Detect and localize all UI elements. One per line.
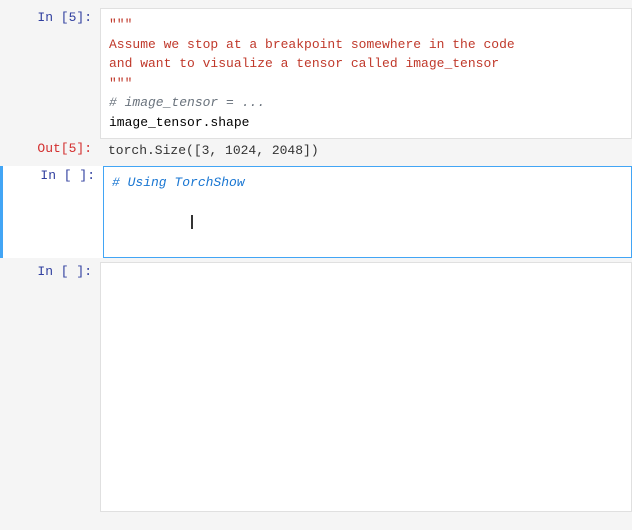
code-line: and want to visualize a tensor called im…: [109, 54, 623, 74]
cell-5-output: torch.Size([3, 1024, 2048]): [100, 139, 632, 162]
cell-5: In [5]: """ Assume we stop at a breakpoi…: [0, 8, 632, 162]
text-cursor: [191, 215, 193, 229]
code-line: Assume we stop at a breakpoint somewhere…: [109, 35, 623, 55]
cell-7: In [ ]:: [0, 262, 632, 512]
cell-5-label: In [5]:: [0, 8, 100, 25]
cell-6-content[interactable]: # Using TorchShow: [103, 166, 632, 258]
cell-5-output-label: Out[5]:: [0, 139, 100, 156]
code-line: image_tensor.shape: [109, 113, 623, 133]
cell-6: In [ ]: # Using TorchShow: [0, 166, 632, 258]
cell-5-output-row: Out[5]: torch.Size([3, 1024, 2048]): [0, 139, 632, 162]
notebook-container: In [5]: """ Assume we stop at a breakpoi…: [0, 0, 632, 520]
code-line: """: [109, 74, 623, 94]
cell-7-content[interactable]: [100, 262, 632, 512]
code-line: # Using TorchShow: [112, 173, 623, 193]
cell-6-label: In [ ]:: [3, 166, 103, 183]
code-line: # image_tensor = ...: [109, 93, 623, 113]
cell-5-input-row: In [5]: """ Assume we stop at a breakpoi…: [0, 8, 632, 139]
cell-5-content[interactable]: """ Assume we stop at a breakpoint somew…: [100, 8, 632, 139]
cell-7-label: In [ ]:: [0, 262, 100, 279]
code-line-cursor: [112, 193, 623, 252]
cell-7-input-row: In [ ]:: [0, 262, 632, 512]
code-line: """: [109, 15, 623, 35]
cell-6-input-row: In [ ]: # Using TorchShow: [3, 166, 632, 258]
